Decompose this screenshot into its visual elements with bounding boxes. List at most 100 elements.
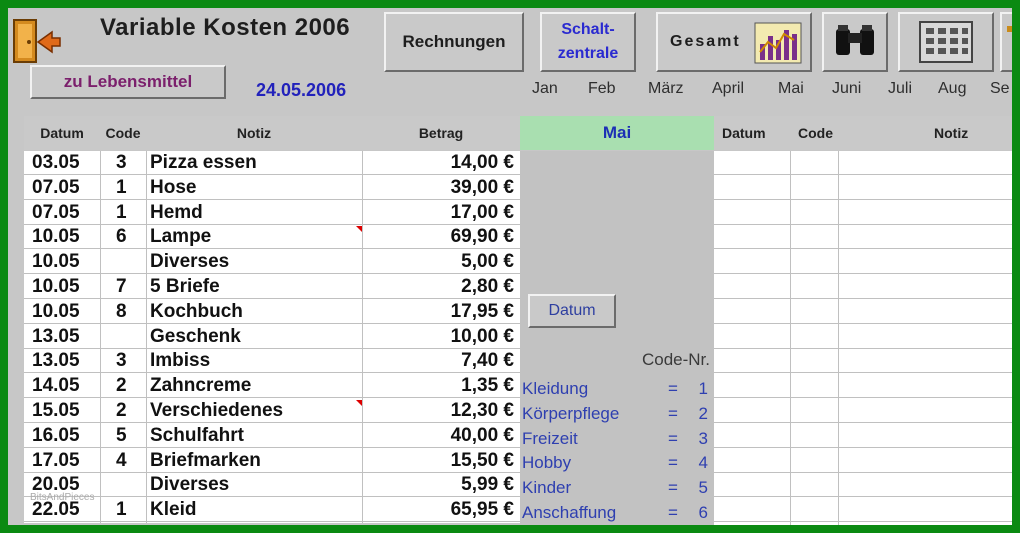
cell-betrag[interactable]: 12,30 €: [451, 400, 514, 422]
table-row[interactable]: 10.05 Diverses 5,00 €: [24, 250, 520, 275]
table-row[interactable]: [714, 225, 1012, 250]
table-row[interactable]: 03.05 3 Pizza essen 14,00 €: [24, 151, 520, 175]
cell-notiz[interactable]: 5 Briefe: [150, 276, 220, 298]
cell-betrag[interactable]: 1,35 €: [461, 375, 514, 397]
cell-betrag[interactable]: 15,50 €: [451, 450, 514, 472]
cell-betrag[interactable]: 10,00 €: [451, 326, 514, 348]
table-row[interactable]: [714, 250, 1012, 275]
cell-betrag[interactable]: 65,95 €: [451, 499, 514, 521]
table-row[interactable]: 20.05 Diverses 5,99 €: [24, 473, 520, 498]
cell-datum[interactable]: 10.05: [32, 276, 80, 298]
table-row[interactable]: 13.05 Geschenk 10,00 €: [24, 325, 520, 349]
table-row[interactable]: [714, 424, 1012, 448]
cell-code[interactable]: 3: [116, 350, 127, 372]
table-row[interactable]: 13.05 3 Imbiss 7,40 €: [24, 349, 520, 374]
cell-betrag[interactable]: 7,40 €: [461, 350, 514, 372]
cell-betrag[interactable]: 2,80 €: [461, 276, 514, 298]
cell-code[interactable]: 3: [116, 152, 127, 174]
cell-code[interactable]: 2: [116, 400, 127, 422]
table-row[interactable]: [714, 275, 1012, 299]
cell-betrag[interactable]: 40,00 €: [451, 425, 514, 447]
cell-code[interactable]: 2: [116, 375, 127, 397]
table-row[interactable]: [714, 399, 1012, 423]
table-row[interactable]: 17.05 4 Briefmarken 15,50 €: [24, 449, 520, 473]
cell-notiz[interactable]: Kochbuch: [150, 301, 243, 323]
table-row[interactable]: 15.05 2 Verschiedenes 12,30 €: [24, 399, 520, 423]
cell-betrag[interactable]: 5,00 €: [461, 251, 514, 273]
cell-notiz[interactable]: Diverses: [150, 251, 229, 273]
calculator-button[interactable]: [898, 12, 994, 72]
cell-datum[interactable]: 13.05: [32, 350, 80, 372]
lebensmittel-button[interactable]: zu Lebensmittel: [30, 65, 226, 99]
table-row[interactable]: 10.05 7 5 Briefe 2,80 €: [24, 275, 520, 299]
cell-datum[interactable]: 15.05: [32, 400, 80, 422]
cell-notiz[interactable]: Diverses: [150, 474, 229, 496]
cell-datum[interactable]: 13.05: [32, 326, 80, 348]
cell-notiz[interactable]: Pizza essen: [150, 152, 257, 174]
cell-datum[interactable]: 10.05: [32, 301, 80, 323]
exit-door-icon[interactable]: [12, 16, 62, 66]
cell-notiz[interactable]: Schulfahrt: [150, 425, 244, 447]
cell-datum[interactable]: 07.05: [32, 202, 80, 224]
cell-notiz[interactable]: Zahncreme: [150, 375, 251, 397]
cell-code[interactable]: 7: [116, 276, 127, 298]
table-row[interactable]: 10.05 6 Lampe 69,90 €: [24, 225, 520, 250]
cell-code[interactable]: 1: [116, 177, 127, 199]
table-row[interactable]: [714, 349, 1012, 374]
month-aug[interactable]: Aug: [938, 80, 966, 98]
table-row[interactable]: [714, 473, 1012, 498]
month-maerz[interactable]: März: [648, 80, 684, 98]
cell-code[interactable]: 4: [116, 450, 127, 472]
month-juni[interactable]: Juni: [832, 80, 861, 98]
cell-code[interactable]: 1: [116, 202, 127, 224]
table-row[interactable]: 07.05 1 Hemd 17,00 €: [24, 201, 520, 225]
month-mai[interactable]: Mai: [778, 80, 804, 98]
table-row[interactable]: 10.05 8 Kochbuch 17,95 €: [24, 300, 520, 324]
month-sep[interactable]: Se: [990, 80, 1010, 98]
cell-betrag[interactable]: 39,00 €: [451, 177, 514, 199]
month-juli[interactable]: Juli: [888, 80, 912, 98]
table-row[interactable]: [714, 300, 1012, 324]
table-row[interactable]: [714, 151, 1012, 175]
table-row[interactable]: [714, 176, 1012, 200]
cell-datum[interactable]: 17.05: [32, 450, 80, 472]
gesamt-button[interactable]: Gesamt: [656, 12, 812, 72]
month-jan[interactable]: Jan: [532, 80, 558, 98]
table-row[interactable]: [714, 498, 1012, 523]
cell-notiz[interactable]: Verschiedenes: [150, 400, 283, 422]
cell-notiz[interactable]: Hemd: [150, 202, 203, 224]
cell-notiz[interactable]: Imbiss: [150, 350, 210, 372]
cell-datum[interactable]: 16.05: [32, 425, 80, 447]
cell-betrag[interactable]: 5,99 €: [461, 474, 514, 496]
schaltzentrale-button[interactable]: Schalt- zentrale: [540, 12, 636, 72]
month-feb[interactable]: Feb: [588, 80, 616, 98]
rechnungen-button[interactable]: Rechnungen: [384, 12, 524, 72]
cell-notiz[interactable]: Geschenk: [150, 326, 241, 348]
comment-indicator-icon[interactable]: [356, 226, 362, 233]
table-row[interactable]: 14.05 2 Zahncreme 1,35 €: [24, 374, 520, 399]
table-row[interactable]: 22.05 1 Kleid 65,95 €: [24, 498, 520, 523]
cell-code[interactable]: 1: [116, 499, 127, 521]
table-row[interactable]: [714, 325, 1012, 349]
cell-notiz[interactable]: Briefmarken: [150, 450, 261, 472]
sort-datum-button[interactable]: Datum: [528, 294, 616, 328]
table-row[interactable]: 16.05 5 Schulfahrt 40,00 €: [24, 424, 520, 448]
cell-datum[interactable]: 10.05: [32, 251, 80, 273]
table-row[interactable]: [714, 201, 1012, 225]
table-row[interactable]: [714, 449, 1012, 473]
cell-betrag[interactable]: 69,90 €: [451, 226, 514, 248]
cell-code[interactable]: 5: [116, 425, 127, 447]
comment-indicator-icon[interactable]: [356, 400, 362, 406]
month-april[interactable]: April: [712, 80, 744, 98]
cell-betrag[interactable]: 17,00 €: [451, 202, 514, 224]
cell-datum[interactable]: 07.05: [32, 177, 80, 199]
cell-datum[interactable]: 14.05: [32, 375, 80, 397]
cell-betrag[interactable]: 14,00 €: [451, 152, 514, 174]
cell-notiz[interactable]: Hose: [150, 177, 196, 199]
cell-datum[interactable]: 10.05: [32, 226, 80, 248]
cell-code[interactable]: 6: [116, 226, 127, 248]
search-binoculars-button[interactable]: [822, 12, 888, 72]
table-row[interactable]: [714, 374, 1012, 399]
cell-code[interactable]: 8: [116, 301, 127, 323]
cell-datum[interactable]: 03.05: [32, 152, 80, 174]
